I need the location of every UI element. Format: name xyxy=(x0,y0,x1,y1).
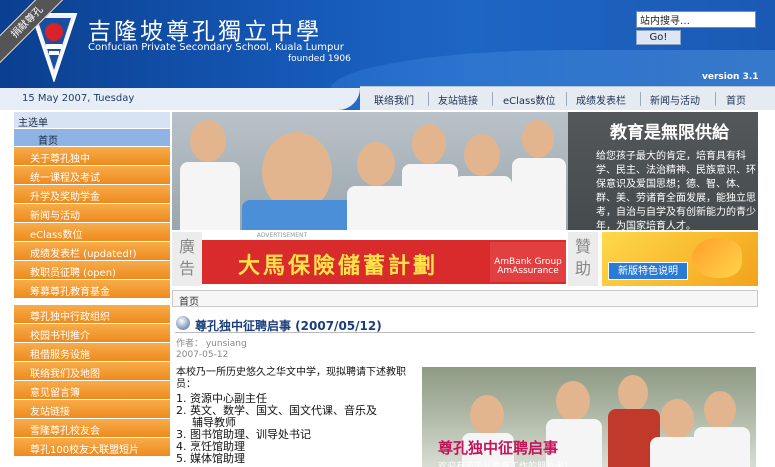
site-search-input[interactable] xyxy=(636,11,756,28)
nav-separator xyxy=(492,92,493,106)
menu-item-links[interactable]: 友站链接 xyxy=(14,400,170,419)
students-banner-image: 教育是無限供給 给您孩子最大的肯定，培育具有科学、民主、法治精神、民族意识、环保… xyxy=(172,112,758,230)
nav-home[interactable]: 首页 xyxy=(726,92,746,107)
nav-separator xyxy=(715,92,716,106)
article-date: 2007-05-12 xyxy=(176,350,229,360)
school-name-chinese: 吉隆坡尊孔獨立中學 xyxy=(88,19,322,45)
student-shirt xyxy=(180,162,240,230)
school-name-english: Confucian Private Secondary School, Kual… xyxy=(88,42,344,53)
banner-title: 教育是無限供給 xyxy=(610,123,729,143)
article-author: 作者： yunsiang xyxy=(176,339,247,349)
student-face xyxy=(190,120,226,162)
article-intro: 本校乃一所历史悠久之华文中学，现拟聘请下述教职员： xyxy=(176,367,406,390)
photo-caption-sub: 欢迎有志于从教育工作的朋友来！ xyxy=(438,462,574,467)
nav-separator xyxy=(428,92,429,106)
nav-results[interactable]: 成绩发表栏 xyxy=(576,92,626,107)
recruitment-photo: 尊孔独中征聘启事 欢迎有志于从教育工作的朋友来！ xyxy=(422,367,756,467)
nav-news[interactable]: 新闻与活动 xyxy=(650,92,700,107)
search-go-button[interactable]: Go! xyxy=(636,30,681,45)
staff-face xyxy=(470,395,504,435)
staff-face xyxy=(618,375,648,411)
menu-item-guestbook[interactable]: 意见留言簿 xyxy=(14,381,170,400)
current-date: 15 May 2007, Tuesday xyxy=(22,93,135,104)
position-list: 1. 资源中心副主任 2. 英文、数学、国文、国文代课、音乐及 辅导教师 3. … xyxy=(176,393,412,465)
version-label: version 3.1 xyxy=(702,72,759,82)
menu-item-curriculum[interactable]: 统一课程及考试 xyxy=(14,166,170,185)
goldfish-icon xyxy=(692,238,742,278)
banner-description: 给您孩子最大的肯定，培育具有科学、民主、法治精神、民族意识、环保意识及爱国思想；… xyxy=(596,151,756,230)
insurance-ad-text: 大馬保險儲蓄計劃 xyxy=(238,254,439,279)
staff-face xyxy=(704,391,736,429)
main-menu-sidebar: 主选单 首页 关于尊孔独中 统一课程及考试 升学及奖助学金 新闻与活动 eCla… xyxy=(14,112,170,467)
staff-shirt xyxy=(694,427,750,467)
photo-caption-title: 尊孔独中征聘启事 xyxy=(438,439,559,457)
nav-contact-us[interactable]: 联络我们 xyxy=(374,92,414,107)
menu-item-video[interactable]: 尊孔100校友大联盟短片 xyxy=(14,438,170,457)
menu-item-results[interactable]: 成绩发表栏 (updated!) xyxy=(14,242,170,261)
menu-item-eclass[interactable]: eClass数位 xyxy=(14,223,170,242)
menu-item-scholarship[interactable]: 升学及奖助学金 xyxy=(14,185,170,204)
menu-title: 主选单 xyxy=(14,112,170,129)
student-shirt xyxy=(347,186,409,230)
menu-item-home[interactable]: 首页 xyxy=(14,129,170,147)
student-shirt xyxy=(242,200,362,230)
student-shirt xyxy=(512,158,566,230)
title-divider xyxy=(175,332,755,333)
menu-item-publications[interactable]: 校园书刊推介 xyxy=(14,324,170,343)
founded-year: founded 1906 xyxy=(288,54,351,64)
student-face xyxy=(522,120,554,158)
student-shirt xyxy=(454,176,512,230)
student-face xyxy=(357,142,395,186)
menu-item-facilities[interactable]: 租借服务设施 xyxy=(14,343,170,362)
breadcrumb[interactable]: 首页 xyxy=(172,290,758,308)
ad-tag: ADVERTISEMENT xyxy=(256,232,308,239)
insurance-ad-banner[interactable]: 大馬保險儲蓄計劃 AmBank Group AmAssurance xyxy=(202,240,566,284)
student-shirt xyxy=(402,164,458,230)
staff-face xyxy=(556,381,590,421)
nav-separator xyxy=(566,92,567,106)
advertisement-row: 廣告 ADVERTISEMENT 大馬保險儲蓄計劃 AmBank Group A… xyxy=(172,232,758,286)
nav-separator xyxy=(640,92,641,106)
student-face xyxy=(412,124,446,164)
menu-item-recruitment[interactable]: 教职员征聘 (open) xyxy=(14,261,170,280)
top-navigation: 联络我们 友站链接 eClass数位 成绩发表栏 新闻与活动 首页 xyxy=(360,86,775,110)
nav-eclass[interactable]: eClass数位 xyxy=(503,92,555,107)
menu-item-alumni[interactable]: 雪隆尊孔校友会 xyxy=(14,419,170,438)
sponsor-label: 贊助 xyxy=(568,232,598,286)
staff-face xyxy=(660,399,694,439)
menu-item-administration[interactable]: 尊孔独中行政组织 xyxy=(14,305,170,324)
new-features-button[interactable]: 新版特色说明 xyxy=(608,262,688,280)
ambank-logo: AmBank Group AmAssurance xyxy=(490,242,566,282)
menu-item-about[interactable]: 关于尊孔独中 xyxy=(14,147,170,166)
ad-label-left: 廣告 xyxy=(172,232,202,286)
menu-item-fund[interactable]: 筹募尊孔教育基金 xyxy=(14,280,170,299)
student-face xyxy=(464,134,500,176)
menu-item-map[interactable]: 联络我们及地图 xyxy=(14,362,170,381)
list-item: 5. 媒体馆助理 xyxy=(176,452,245,465)
menu-item-news[interactable]: 新闻与活动 xyxy=(14,204,170,223)
nav-friend-links[interactable]: 友站链接 xyxy=(438,92,478,107)
article-bullet-icon xyxy=(176,316,190,330)
